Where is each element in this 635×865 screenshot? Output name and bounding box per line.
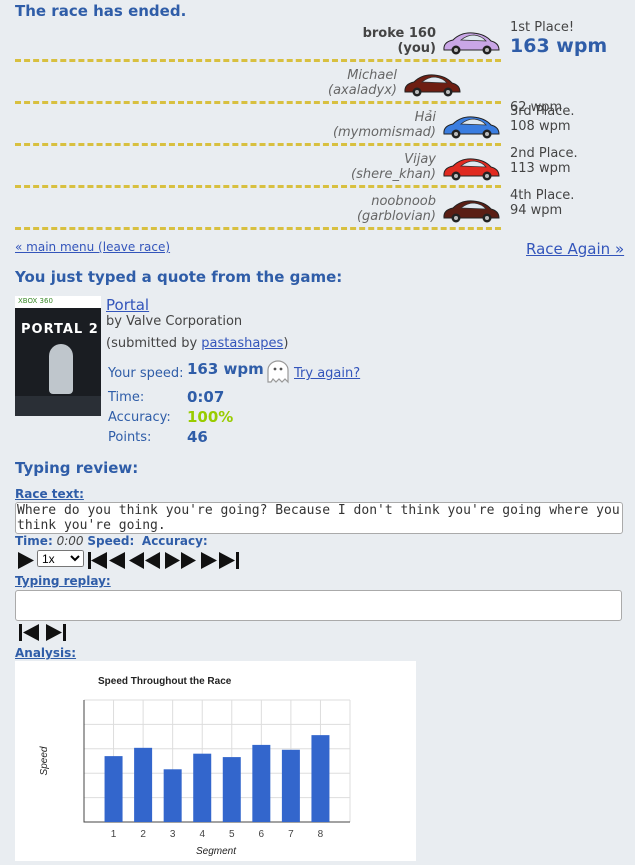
race-car-icon	[443, 32, 500, 55]
race-again-link[interactable]: Race Again »	[526, 240, 624, 258]
track-divider	[15, 143, 501, 146]
track-divider	[15, 101, 501, 104]
time-value: 0:07	[187, 388, 225, 406]
typing-review-heading: Typing review:	[15, 459, 139, 477]
chart-axes	[83, 700, 350, 823]
submitter-link[interactable]: pastashapes	[201, 336, 283, 351]
replay-prev-icon[interactable]	[18, 623, 40, 641]
replay-stats: Time: 0:00 Speed: Accuracy:	[15, 534, 208, 548]
xbox-badge: XBOX 360	[18, 297, 53, 305]
ghost-icon[interactable]	[265, 360, 291, 388]
track-divider	[15, 59, 501, 62]
chart-title: Speed Throughout the Race	[98, 676, 232, 687]
rewind-icon[interactable]	[128, 551, 162, 569]
racer-name-4: Vijay (shere_khan)	[351, 152, 436, 182]
chart-bar-7	[281, 749, 300, 822]
racer-result-1: 1st Place! 163 wpm	[510, 20, 608, 57]
chart-bar-8	[311, 735, 330, 822]
points-label: Points:	[108, 430, 152, 445]
play-icon[interactable]	[16, 551, 36, 569]
chart-bar-5	[222, 757, 241, 822]
racer-name-2: Michael (axaladyx)	[328, 68, 397, 98]
main-menu-link[interactable]: « main menu (leave race)	[15, 240, 170, 254]
submitted-by: (submitted by pastashapes)	[106, 336, 289, 351]
chart-tick-label: 5	[229, 829, 235, 840]
time-label: Time:	[108, 390, 145, 405]
chart-tick-label: 3	[170, 829, 176, 840]
racer-result-3: 3rd Place. 108 wpm	[510, 104, 575, 134]
race-car-icon	[443, 116, 500, 139]
chart-bar-3	[163, 769, 182, 822]
accuracy-value: 100%	[187, 408, 234, 426]
quote-heading: You just typed a quote from the game:	[15, 268, 343, 286]
racer-result-4: 2nd Place. 113 wpm	[510, 146, 578, 176]
fast-forward-icon[interactable]	[164, 551, 198, 569]
skip-to-start-icon[interactable]	[87, 551, 127, 569]
race-text-label: Race text:	[15, 487, 84, 501]
chart-tick-label: 4	[199, 829, 205, 840]
cover-logo: PORTAL 2	[21, 322, 99, 337]
replay-next-icon[interactable]	[45, 623, 67, 641]
chart-tick-label: 1	[111, 829, 117, 840]
race-text-box[interactable]: Where do you think you're going? Because…	[15, 502, 623, 534]
chart-ylabel: Speed	[39, 746, 50, 775]
racer-name-3: Hải (mymomismad)	[332, 110, 436, 140]
game-title-link[interactable]: Portal	[106, 296, 149, 314]
racer-name-5: noobnoob (garblovian)	[356, 194, 436, 224]
chart-tick-label: 8	[318, 829, 324, 840]
chart-tick-label: 2	[140, 829, 146, 840]
speed-value: 163 wpm	[187, 360, 264, 378]
chart-bar-2	[134, 747, 153, 822]
typing-replay-label: Typing replay:	[15, 574, 111, 588]
race-car-icon	[443, 200, 500, 223]
chart-xlabel: Segment	[196, 846, 237, 857]
typing-replay-box[interactable]	[15, 590, 622, 621]
skip-to-end-icon[interactable]	[200, 551, 240, 569]
chart-bar-1	[104, 756, 123, 822]
points-value: 46	[187, 428, 208, 446]
game-cover-image: XBOX 360 PORTAL 2	[15, 296, 101, 416]
racer-name-1: broke 160 (you)	[362, 26, 436, 56]
replay-time: 0:00	[56, 534, 84, 548]
racer-result-5: 4th Place. 94 wpm	[510, 188, 575, 218]
race-ended-title: The race has ended.	[15, 2, 187, 20]
chart-tick-label: 6	[259, 829, 265, 840]
accuracy-label: Accuracy:	[108, 410, 171, 425]
game-developer: by Valve Corporation	[106, 314, 243, 329]
race-car-icon	[443, 158, 500, 181]
race-car-icon	[404, 74, 461, 97]
chart-bar-6	[252, 744, 271, 822]
playback-speed-select[interactable]: 1x	[37, 550, 84, 567]
track-divider	[15, 185, 501, 188]
speed-label: Your speed:	[108, 366, 184, 381]
chart-tick-label: 7	[288, 829, 294, 840]
try-again-link[interactable]: Try again?	[294, 366, 360, 381]
speed-chart-panel: Speed Throughout the Race Segment Speed …	[15, 661, 416, 861]
track-divider	[15, 227, 501, 230]
speed-chart: Speed Throughout the Race Segment Speed …	[39, 676, 351, 857]
analysis-label: Analysis:	[15, 646, 77, 660]
chart-bar-4	[193, 753, 212, 822]
